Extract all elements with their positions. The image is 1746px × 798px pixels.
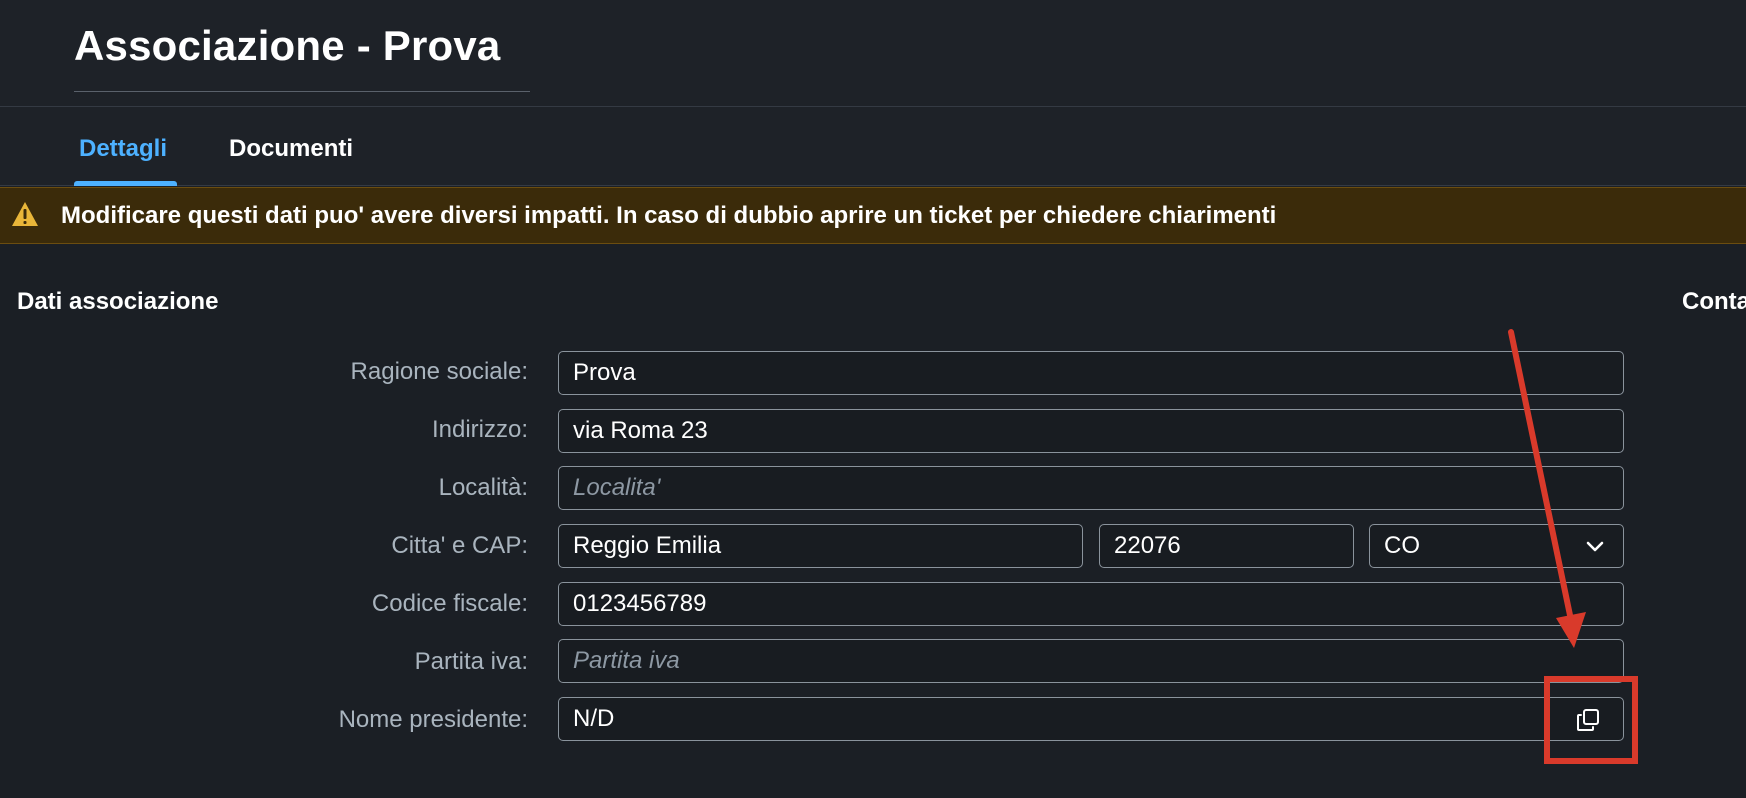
warning-triangle-icon — [12, 202, 38, 226]
chevron-down-icon[interactable] — [1585, 537, 1605, 557]
partita-iva-input[interactable] — [559, 640, 1623, 682]
label-ragione-sociale: Ragione sociale: — [350, 358, 528, 385]
object-header: Associazione - Prova — [0, 0, 1746, 107]
label-indirizzo: Indirizzo: — [431, 416, 528, 443]
label-citta-cap: Citta' e CAP: — [391, 532, 528, 559]
codice-fiscale-field[interactable] — [558, 582, 1624, 626]
tab-bar: Dettagli Documenti — [0, 107, 1746, 186]
page: Associazione - Prova Dettagli Documenti … — [0, 0, 1746, 798]
indirizzo-input[interactable] — [559, 410, 1623, 452]
tab-dettagli[interactable]: Dettagli — [79, 135, 167, 163]
indirizzo-field[interactable] — [558, 409, 1624, 453]
provincia-select[interactable] — [1369, 524, 1624, 568]
ragione-sociale-field[interactable] — [558, 351, 1624, 395]
localita-field[interactable] — [558, 466, 1624, 510]
title-underline — [74, 91, 530, 92]
citta-field[interactable] — [558, 524, 1083, 568]
label-partita-iva: Partita iva: — [414, 648, 528, 675]
ragione-sociale-input[interactable] — [559, 352, 1623, 394]
section-title-dati-associazione: Dati associazione — [17, 288, 219, 315]
nome-presidente-input[interactable] — [559, 698, 1623, 740]
cap-field[interactable] — [1099, 524, 1354, 568]
label-localita: Località: — [438, 474, 528, 501]
warning-message-strip: Modificare questi dati puo' avere divers… — [0, 187, 1746, 244]
citta-input[interactable] — [559, 525, 1082, 567]
partita-iva-field[interactable] — [558, 639, 1624, 683]
tab-documenti[interactable]: Documenti — [229, 135, 353, 163]
label-codice-fiscale: Codice fiscale: — [371, 590, 528, 617]
label-nome-presidente: Nome presidente: — [338, 706, 528, 733]
active-tab-indicator — [74, 181, 177, 186]
section-title-contatti: Conta — [1682, 288, 1746, 315]
localita-input[interactable] — [559, 467, 1623, 509]
codice-fiscale-input[interactable] — [559, 583, 1623, 625]
cap-input[interactable] — [1100, 525, 1353, 567]
page-title: Associazione - Prova — [74, 22, 501, 69]
warning-text: Modificare questi dati puo' avere divers… — [61, 202, 1277, 229]
nome-presidente-field[interactable] — [558, 697, 1624, 741]
copy-icon[interactable] — [1575, 707, 1601, 733]
